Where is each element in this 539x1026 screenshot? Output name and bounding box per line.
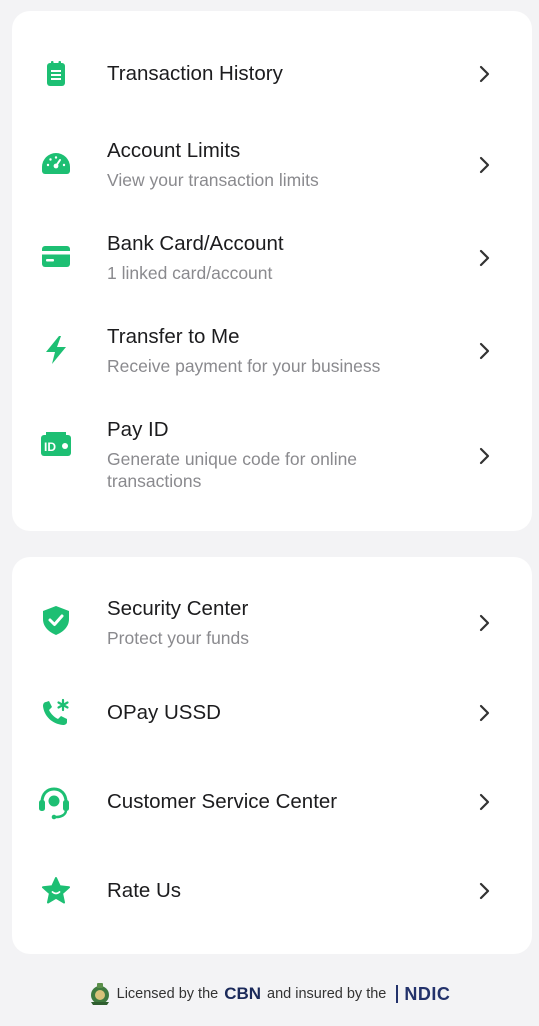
- transaction-history-item[interactable]: Transaction History: [12, 51, 532, 97]
- chevron-right-icon: [474, 613, 494, 633]
- security-center-title: Security Center: [107, 597, 249, 620]
- pay-id-item[interactable]: ID Pay ID Generate unique code for onlin…: [12, 413, 532, 497]
- rate-us-item[interactable]: Rate Us: [12, 868, 532, 914]
- pay-id-title: Pay ID: [107, 418, 169, 441]
- footer-prefix: Licensed by the: [116, 986, 219, 1002]
- clipboard-list-icon: [40, 58, 72, 90]
- shield-check-icon: [40, 604, 72, 636]
- opay-ussd-title: OPay USSD: [107, 701, 221, 724]
- lightning-bolt-icon: [40, 334, 72, 366]
- phone-asterisk-icon: [40, 697, 72, 729]
- transfer-to-me-subtitle: Receive payment for your business: [107, 356, 381, 376]
- star-icon: [40, 875, 72, 907]
- footer-middle: and insured by the: [267, 986, 387, 1002]
- pay-id-subtitle: Generate unique code for online transact…: [107, 449, 358, 491]
- chevron-right-icon: [474, 155, 494, 175]
- chevron-right-icon: [474, 446, 494, 466]
- transfer-to-me-item[interactable]: Transfer to Me Receive payment for your …: [12, 320, 532, 382]
- transfer-to-me-title: Transfer to Me: [107, 325, 240, 348]
- support-menu-card: Security Center Protect your funds OPay …: [12, 557, 532, 954]
- opay-ussd-item[interactable]: OPay USSD: [12, 690, 532, 736]
- svg-text:ID: ID: [44, 440, 56, 454]
- customer-service-center-item[interactable]: Customer Service Center: [12, 779, 532, 825]
- bank-card-account-subtitle: 1 linked card/account: [107, 263, 273, 283]
- account-limits-title: Account Limits: [107, 139, 241, 162]
- cbn-label: CBN: [224, 984, 262, 1003]
- chevron-right-icon: [474, 248, 494, 268]
- rate-us-title: Rate Us: [107, 879, 182, 902]
- chevron-right-icon: [474, 792, 494, 812]
- chevron-right-icon: [474, 703, 494, 723]
- chevron-right-icon: [474, 64, 494, 84]
- transaction-history-title: Transaction History: [107, 62, 283, 85]
- account-menu-card: Transaction History Account Limits View …: [12, 11, 532, 531]
- cbn-seal-icon: [89, 982, 111, 1006]
- account-limits-item[interactable]: Account Limits View your transaction lim…: [12, 134, 532, 196]
- chevron-right-icon: [474, 341, 494, 361]
- chevron-right-icon: [474, 881, 494, 901]
- speedometer-icon: [40, 147, 72, 179]
- license-footer: Licensed by the CBN and insured by the N…: [0, 978, 539, 1010]
- bank-card-account-title: Bank Card/Account: [107, 232, 284, 255]
- security-center-item[interactable]: Security Center Protect your funds: [12, 593, 532, 655]
- bank-card-icon: [40, 240, 72, 272]
- bank-card-account-item[interactable]: Bank Card/Account 1 linked card/account: [12, 227, 532, 289]
- account-limits-subtitle: View your transaction limits: [107, 170, 319, 190]
- security-center-subtitle: Protect your funds: [107, 628, 250, 648]
- id-card-icon: ID: [40, 428, 72, 460]
- headset-icon: [36, 784, 72, 820]
- ndic-logo: NDIC: [396, 985, 450, 1003]
- customer-service-center-title: Customer Service Center: [107, 790, 338, 813]
